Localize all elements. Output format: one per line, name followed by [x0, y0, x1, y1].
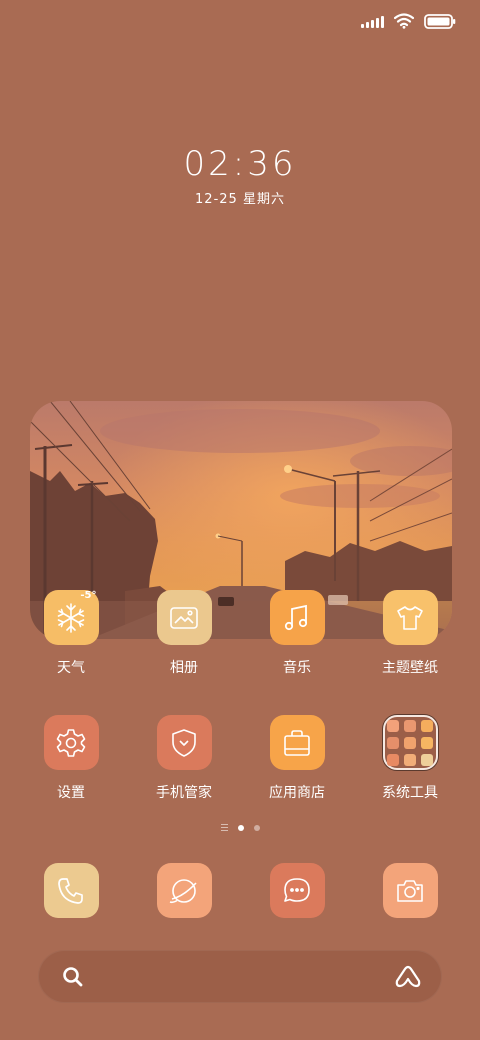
- folder-icon[interactable]: [382, 715, 438, 770]
- phone-icon[interactable]: [43, 863, 99, 918]
- browser-icon[interactable]: [156, 863, 212, 918]
- folder-app-thumbnail: [387, 736, 399, 749]
- app-label: 应用商店: [269, 785, 325, 801]
- camera-icon[interactable]: [382, 863, 438, 918]
- app-label: 相册: [170, 660, 198, 676]
- shield-icon[interactable]: [156, 715, 212, 770]
- wifi-icon: [394, 13, 414, 29]
- app-tshirt[interactable]: 主题壁纸: [355, 590, 465, 677]
- temperature-badge: -5°: [80, 590, 97, 601]
- shopping-bag-icon[interactable]: [269, 715, 325, 770]
- app-label: 设置: [57, 785, 85, 801]
- dock-phone[interactable]: [16, 863, 126, 918]
- folder-app-thumbnail: [387, 719, 399, 732]
- page-indicator[interactable]: [0, 824, 480, 831]
- folder-app-thumbnail: [421, 736, 433, 749]
- folder-app-thumbnail: [421, 719, 433, 732]
- tshirt-icon[interactable]: [382, 590, 438, 645]
- app-gallery[interactable]: 相册: [129, 590, 239, 677]
- assistant-icon[interactable]: [394, 964, 422, 994]
- clock-date: 12-25 星期六: [195, 192, 285, 207]
- folder-app-thumbnail: [387, 753, 399, 766]
- app-music-note[interactable]: 音乐: [242, 590, 352, 677]
- dock-browser[interactable]: [129, 863, 239, 918]
- signal-bars-icon: [361, 14, 384, 28]
- folder-app-thumbnail: [404, 736, 416, 749]
- folder-app-thumbnail: [404, 753, 416, 766]
- folder-app-thumbnail: [421, 753, 433, 766]
- app-folder[interactable]: 系统工具: [355, 715, 465, 802]
- app-label: 主题壁纸: [382, 660, 438, 676]
- app-shopping-bag[interactable]: 应用商店: [242, 715, 352, 802]
- app-label: 系统工具: [382, 785, 438, 801]
- app-gear[interactable]: 设置: [16, 715, 126, 802]
- page-indicator-menu-icon: [220, 824, 228, 831]
- gallery-icon[interactable]: [156, 590, 212, 645]
- app-shield[interactable]: 手机管家: [129, 715, 239, 802]
- music-note-icon[interactable]: [269, 590, 325, 645]
- battery-icon: [424, 13, 456, 29]
- clock-time: 02:36: [183, 144, 297, 184]
- app-label: 音乐: [283, 660, 311, 676]
- page-dot-active: [237, 824, 244, 831]
- dock-messages[interactable]: [242, 863, 352, 918]
- app-label: 手机管家: [156, 785, 212, 801]
- snowflake-icon[interactable]: -5°: [43, 590, 99, 645]
- clock-widget[interactable]: 02:36 12-25 星期六: [0, 142, 480, 207]
- app-snowflake[interactable]: -5° 天气: [16, 590, 126, 677]
- messages-icon[interactable]: [269, 863, 325, 918]
- dock-camera[interactable]: [355, 863, 465, 918]
- home-screen: 02:36 12-25 星期六 -5° 天气 相册 音乐 主题壁纸 设置 手机管…: [0, 0, 480, 1040]
- folder-app-thumbnail: [404, 719, 416, 732]
- gear-icon[interactable]: [43, 715, 99, 770]
- page-dot: [253, 824, 260, 831]
- search-icon[interactable]: [60, 964, 86, 994]
- app-label: 天气: [57, 660, 85, 676]
- search-bar[interactable]: [38, 950, 442, 1003]
- status-bar: [361, 10, 456, 32]
